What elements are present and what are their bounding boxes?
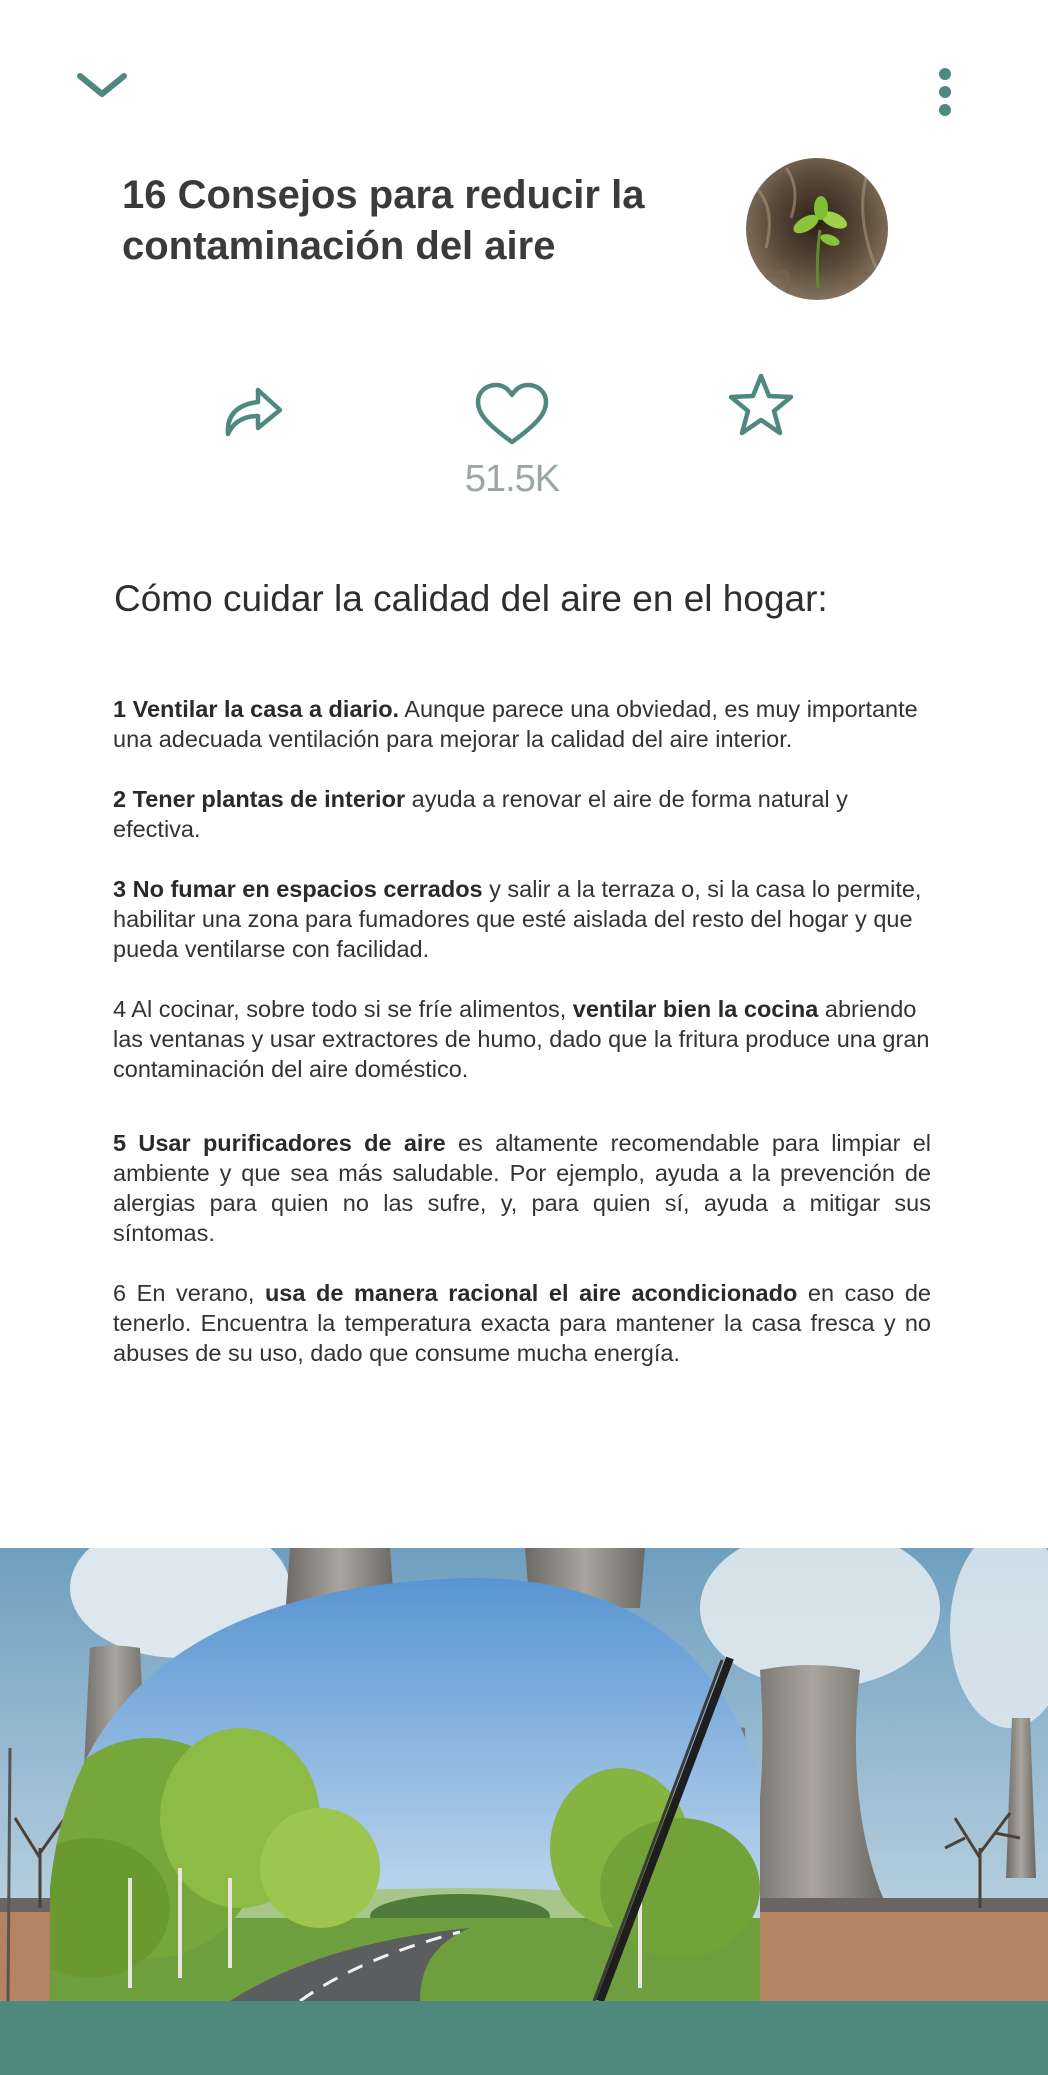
like-count: 51.5K [464,458,560,500]
tip-paragraph: 1 Ventilar la casa a diario. Aunque pare… [113,696,918,752]
tip-paragraph: 4 Al cocinar, sobre todo si se fríe alim… [113,996,930,1082]
tip-paragraph: 2 Tener plantas de interior ayuda a reno… [113,786,848,842]
tip-paragraph: 6 En verano, usa de manera racional el a… [113,1280,931,1366]
article-subtitle: Cómo cuidar la calidad del aire en el ho… [114,578,828,619]
article-body: 1 Ventilar la casa a diario. Aunque pare… [113,694,931,1398]
hero-image [0,1548,1048,2001]
tip-paragraph: 5 Usar purificadores de aire es altament… [113,1130,931,1246]
article-thumbnail [746,158,888,300]
article-card: 16 Consejos para reducir la contaminació… [0,0,1048,2075]
more-vertical-icon[interactable] [930,62,960,128]
top-bar [0,0,1048,180]
star-icon[interactable] [726,370,796,445]
article-title: 16 Consejos para reducir la contaminació… [122,173,645,268]
chevron-down-icon[interactable] [74,68,130,108]
share-arrow-icon[interactable] [222,380,286,445]
bottom-bar [0,2001,1048,2075]
heart-icon[interactable] [474,382,550,453]
tip-paragraph: 3 No fumar en espacios cerrados y salir … [113,876,922,962]
